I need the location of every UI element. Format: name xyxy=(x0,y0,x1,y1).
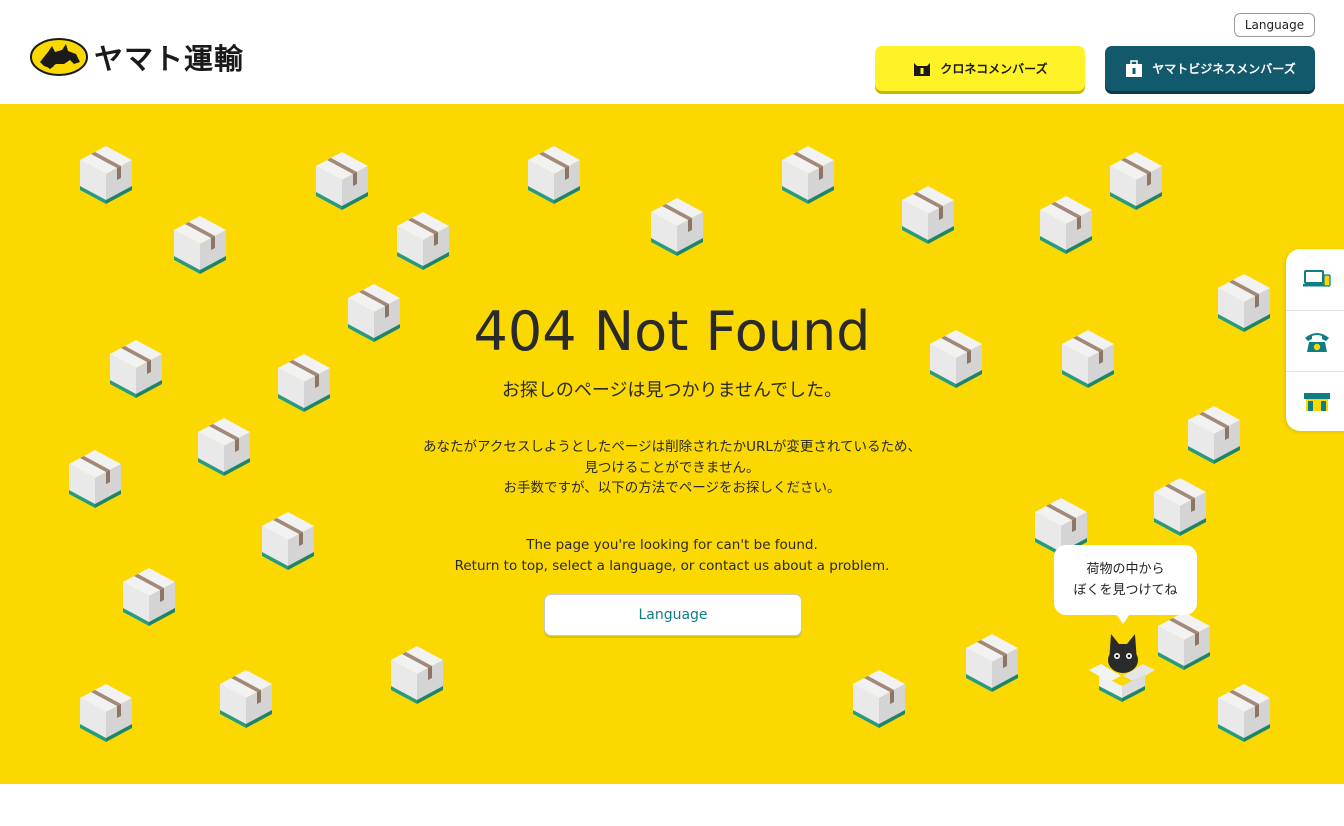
kuroneko-members-button[interactable]: クロネコメンバーズ xyxy=(875,46,1085,91)
side-tab-online[interactable] xyxy=(1286,249,1344,309)
yamato-business-members-label: ヤマトビジネスメンバーズ xyxy=(1152,62,1296,76)
cardboard-box-icon xyxy=(782,146,834,204)
ja-line: お手数ですが、以下の方法でページをお探しください。 xyxy=(503,480,841,496)
telephone-icon xyxy=(1305,332,1329,352)
ja-line: あなたがアクセスしようとしたページは削除されたかURLが変更されているため、 xyxy=(423,439,921,455)
cardboard-box-icon xyxy=(902,186,954,244)
yamato-logo[interactable]: ヤマト運輸 xyxy=(30,36,244,78)
black-cat-logo-icon xyxy=(30,38,88,76)
language-button-header[interactable]: Language xyxy=(1234,13,1315,37)
japanese-message: あなたがアクセスしようとしたページは削除されたかURLが変更されているため、 見… xyxy=(0,437,1344,499)
cardboard-box-icon xyxy=(220,670,272,728)
footer-strip xyxy=(0,784,1344,826)
kuroneko-member-icon xyxy=(914,62,931,76)
side-tab-phone[interactable] xyxy=(1286,310,1344,370)
site-header: ヤマト運輸 Language クロネコメンバーズ ヤマトビジネスメンバーズ xyxy=(0,0,1344,104)
page-title: 404 Not Found xyxy=(473,300,871,363)
cardboard-box-icon xyxy=(1040,196,1092,254)
bubble-line: ぼくを見つけてね xyxy=(1073,583,1178,598)
kuroneko-members-label: クロネコメンバーズ xyxy=(940,62,1048,76)
cardboard-box-icon xyxy=(853,670,905,728)
bubble-line: 荷物の中から xyxy=(1086,562,1165,577)
yamato-business-members-button[interactable]: ヤマトビジネスメンバーズ xyxy=(1105,46,1315,91)
cardboard-box-icon xyxy=(397,212,449,270)
cardboard-box-icon xyxy=(174,216,226,274)
ja-line: 見つけることができません。 xyxy=(584,459,760,476)
business-member-icon xyxy=(1126,59,1143,77)
cardboard-box-icon xyxy=(80,146,132,204)
cardboard-box-icon xyxy=(528,146,580,204)
language-button[interactable]: Language xyxy=(544,594,802,636)
cardboard-box-icon xyxy=(391,646,443,704)
store-icon xyxy=(1304,392,1330,411)
black-cat-in-box-icon[interactable] xyxy=(1089,626,1155,704)
side-contact-tabs xyxy=(1286,249,1344,431)
page-subtitle: お探しのページは見つかりませんでした。 xyxy=(501,380,843,401)
speech-bubble: 荷物の中から ぼくを見つけてね xyxy=(1054,545,1197,624)
not-found-main: 404 Not Found お探しのページは見つかりませんでした。 あなたがアク… xyxy=(0,104,1344,784)
cardboard-box-icon xyxy=(1218,684,1270,742)
cardboard-box-icon xyxy=(1158,612,1210,670)
cardboard-box-icon xyxy=(966,634,1018,692)
logo-text: ヤマト運輸 xyxy=(94,42,245,76)
cardboard-box-icon xyxy=(80,684,132,742)
side-tab-store[interactable] xyxy=(1286,371,1344,431)
cardboard-box-icon xyxy=(316,152,368,210)
pc-phone-icon xyxy=(1303,270,1331,287)
cardboard-box-icon xyxy=(651,198,703,256)
cardboard-box-icon xyxy=(1110,152,1162,210)
